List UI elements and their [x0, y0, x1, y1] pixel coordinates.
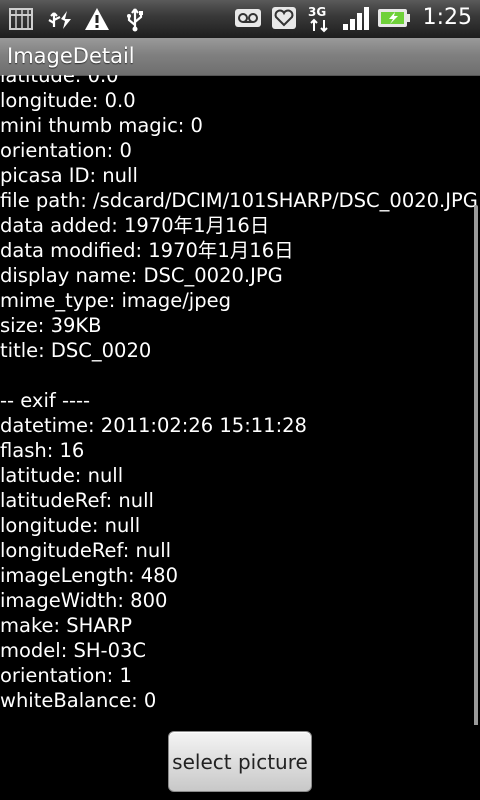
svg-text:3G: 3G — [308, 5, 326, 19]
detail-line: model: SH-03C — [0, 639, 146, 662]
select-picture-button[interactable]: select picture — [168, 731, 312, 792]
exif-section-header: -- exif ---- — [0, 389, 91, 412]
detail-line: flash: 16 — [0, 439, 85, 462]
detail-line: imageLength: 480 — [0, 564, 178, 587]
warning-icon — [82, 4, 112, 34]
detail-list: latitude: 0.0 longitude: 0.0 mini thumb … — [0, 75, 478, 713]
detail-line: longitude: 0.0 — [0, 89, 136, 112]
title-bar: ImageDetail — [0, 38, 480, 76]
usb-icon — [120, 4, 150, 34]
detail-line: latitude: 0.0 — [0, 75, 119, 87]
detail-line: whiteBalance: 0 — [0, 689, 157, 712]
detail-line: make: SHARP — [0, 614, 132, 637]
detail-line: datetime: 2011:02:26 15:11:28 — [0, 414, 307, 437]
3g-icon: 3G — [305, 3, 335, 33]
detail-line: latitude: null — [0, 464, 124, 487]
notification-icons — [6, 4, 150, 34]
detail-line: orientation: 1 — [0, 664, 132, 687]
detail-line: file path: /sdcard/DCIM/101SHARP/DSC_002… — [0, 189, 478, 212]
detail-line: data modified: 1970年1月16日 — [0, 239, 294, 262]
voicemail-icon — [233, 3, 263, 33]
detail-line: data added: 1970年1月16日 — [0, 214, 270, 237]
detail-blank-line — [0, 363, 478, 388]
detail-line: display name: DSC_0020.JPG — [0, 264, 283, 287]
status-bar: 3G 1:25 — [0, 0, 480, 39]
battery-charging-icon — [377, 3, 411, 33]
detail-line: mini thumb magic: 0 — [0, 114, 203, 137]
detail-line: mime_type: image/jpeg — [0, 289, 231, 312]
sd-card-icon — [6, 4, 36, 34]
usb-debug-icon — [44, 4, 74, 34]
detail-line: picasa ID: null — [0, 164, 138, 187]
detail-line: title: DSC_0020 — [0, 339, 152, 362]
detail-line: imageWidth: 800 — [0, 589, 168, 612]
scrollbar[interactable] — [474, 205, 478, 725]
detail-line: longitudeRef: null — [0, 539, 172, 562]
detail-line: size: 39KB — [0, 314, 102, 337]
bottom-bar: select picture — [0, 725, 480, 800]
detail-line: latitudeRef: null — [0, 489, 154, 512]
app-title: ImageDetail — [7, 44, 135, 68]
heart-app-icon — [269, 3, 299, 33]
signal-icon — [341, 3, 371, 33]
status-clock: 1:25 — [422, 5, 472, 30]
detail-line: longitude: null — [0, 514, 141, 537]
detail-line: orientation: 0 — [0, 139, 132, 162]
system-icons: 3G 1:25 — [233, 3, 472, 33]
image-detail-scroll[interactable]: latitude: 0.0 longitude: 0.0 mini thumb … — [0, 75, 480, 725]
